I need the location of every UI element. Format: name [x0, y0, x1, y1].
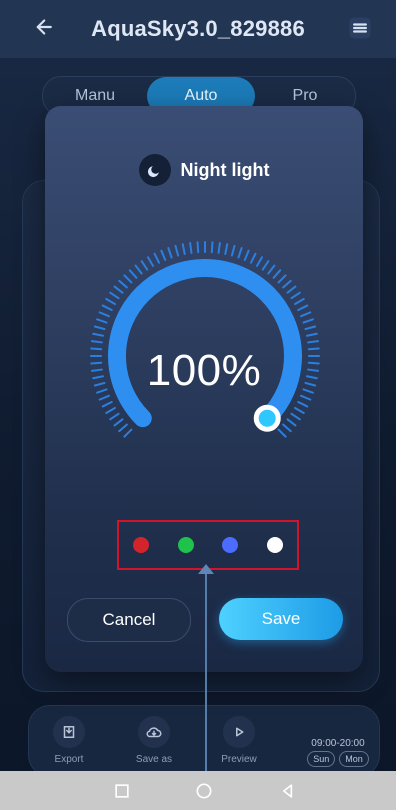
preview-label: Preview — [221, 754, 257, 765]
gauge-tick — [282, 423, 292, 433]
gauge-tick — [113, 418, 124, 427]
bottom-actions-bar: Export Save as Preview 09:00-20:00 Sun M… — [28, 705, 380, 777]
app-screen: AquaSky3.0_829886 Manu Auto Pro Export S… — [0, 0, 396, 810]
moon-icon — [138, 154, 171, 186]
circle-icon[interactable] — [194, 781, 214, 801]
gauge-tick — [286, 285, 297, 294]
color-dot-blue[interactable] — [222, 537, 239, 553]
gauge-tick — [306, 332, 318, 337]
menu-icon[interactable] — [346, 14, 374, 42]
gauge-tick — [297, 401, 309, 408]
gauge-tick — [167, 247, 173, 259]
color-dot-green[interactable] — [177, 537, 194, 553]
gauge-tick — [98, 311, 110, 318]
gauge-tick — [189, 241, 193, 254]
gauge-tick — [109, 291, 120, 300]
cancel-button[interactable]: Cancel — [67, 598, 191, 642]
modal-header: Night light — [45, 154, 363, 186]
preview-action[interactable]: Preview — [209, 716, 269, 774]
gauge-tick — [277, 428, 287, 438]
gauge-tick — [140, 260, 149, 271]
color-dot-white[interactable] — [266, 537, 283, 553]
gauge-tick — [90, 340, 103, 344]
gauge-tick — [101, 304, 113, 311]
gauge-tick — [174, 244, 180, 257]
gauge-tick — [256, 256, 263, 267]
gauge-tick — [217, 241, 221, 254]
color-dot-red[interactable] — [133, 537, 150, 553]
gauge-tick — [267, 264, 276, 275]
gauge-tick — [105, 298, 116, 305]
play-icon — [223, 716, 255, 748]
gauge-tick — [261, 260, 270, 271]
save-button[interactable]: Save — [219, 598, 343, 640]
gauge-tick — [277, 274, 287, 284]
gauge-tick — [300, 394, 312, 401]
gauge-tick — [304, 325, 317, 331]
modal-title: Night light — [180, 159, 270, 180]
gauge-tick — [230, 244, 236, 257]
gauge-tick — [290, 412, 301, 421]
color-selector — [117, 520, 299, 570]
gauge-tick — [300, 311, 312, 318]
gauge-tick — [96, 318, 108, 324]
day-pill-sun: Sun — [307, 751, 336, 767]
gauge-tick — [147, 256, 154, 267]
night-light-modal: Night light 100% Cancel Save — [45, 106, 363, 672]
gauge-tick — [294, 298, 305, 305]
gauge-knob[interactable] — [253, 404, 281, 432]
gauge-tick — [181, 243, 186, 255]
gauge-tick — [153, 252, 160, 264]
gauge-tick — [160, 249, 167, 261]
gauge-tick — [101, 401, 113, 408]
gauge-tick — [118, 279, 128, 289]
gauge-tick — [128, 269, 138, 279]
gauge-tick — [294, 407, 305, 414]
gauge-tick — [286, 418, 297, 427]
gauge-tick — [105, 407, 116, 414]
gauge-tick — [250, 252, 257, 264]
export-icon — [53, 716, 85, 748]
gauge-tick — [210, 241, 214, 254]
brightness-percentage: 100% — [146, 346, 262, 395]
gauge-tick — [302, 318, 314, 324]
day-pill-mon: Mon — [339, 751, 369, 767]
gauge-tick — [93, 325, 106, 331]
schedule-time: 09:00-20:00 — [311, 738, 365, 749]
gauge-tick — [98, 394, 110, 401]
gauge-tick — [297, 304, 309, 311]
schedule-summary[interactable]: 09:00-20:00 Sun Mon — [299, 716, 377, 774]
gauge-tick — [237, 247, 243, 259]
gauge-tick — [118, 423, 128, 433]
gauge-tick — [290, 291, 301, 300]
gauge-tick — [196, 241, 200, 254]
export-label: Export — [54, 754, 84, 765]
gauge-tick — [272, 269, 282, 279]
triangle-back-icon[interactable] — [278, 781, 298, 801]
annotation-arrowhead-icon — [198, 564, 214, 574]
gauge-tick — [243, 249, 250, 261]
cloud-save-icon — [138, 716, 170, 748]
gauge-tick — [123, 274, 133, 284]
save-as-action[interactable]: Save as — [124, 716, 184, 774]
schedule-days: Sun Mon — [299, 751, 377, 767]
gauge-tick — [123, 428, 133, 438]
gauge-tick — [92, 332, 104, 337]
gauge-tick — [224, 243, 229, 255]
square-icon[interactable] — [112, 781, 132, 801]
export-action[interactable]: Export — [39, 716, 99, 774]
gauge-tick — [307, 340, 320, 344]
system-navigation-bar — [0, 771, 396, 810]
save-as-label: Save as — [135, 754, 173, 765]
gauge-tick — [134, 264, 143, 275]
gauge-tick — [282, 279, 292, 289]
top-app-bar: AquaSky3.0_829886 — [0, 0, 396, 58]
gauge-tick — [113, 285, 124, 294]
gauge-tick — [109, 412, 120, 421]
app-title: AquaSky3.0_829886 — [91, 16, 305, 41]
